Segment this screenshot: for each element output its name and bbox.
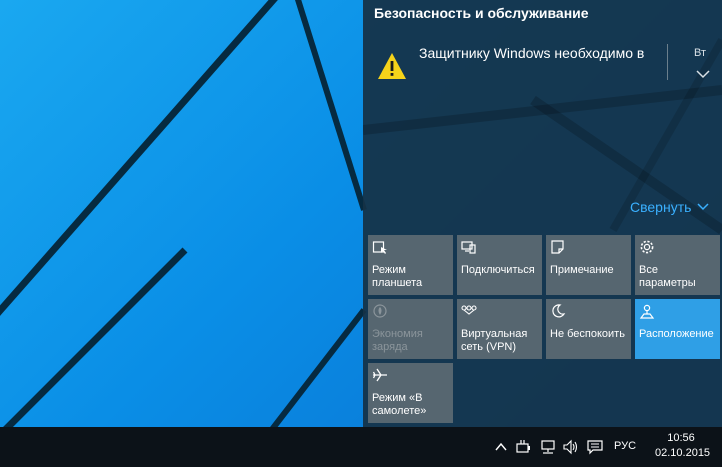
- quick-action-label: Все параметры: [639, 264, 696, 289]
- notification-group-title: Безопасность и обслуживание: [374, 5, 589, 21]
- warning-icon: [378, 53, 406, 79]
- quick-action-label: Не беспокоить: [550, 328, 625, 340]
- vpn-icon: [461, 305, 477, 315]
- connect-icon: [461, 241, 476, 254]
- location-icon: [639, 304, 655, 319]
- notification-time: Вт: [694, 47, 707, 59]
- language-indicator[interactable]: РУС: [614, 440, 636, 452]
- quick-action-do-not-disturb[interactable]: Не беспокоить: [546, 299, 631, 359]
- action-center-icon[interactable]: [587, 439, 603, 455]
- notification-card[interactable]: Защитнику Windows необходимо в Вт: [363, 34, 722, 94]
- action-center-panel: Безопасность и обслуживание Защитнику Wi…: [363, 0, 722, 427]
- quick-action-vpn[interactable]: Виртуальная сеть (VPN): [457, 299, 542, 359]
- network-icon[interactable]: [540, 439, 556, 455]
- quick-action-label: Подключиться: [461, 264, 535, 276]
- quick-action-airplane-mode[interactable]: Режим «В самолете»: [368, 363, 453, 423]
- quick-action-tablet-mode[interactable]: Режим планшета: [368, 235, 453, 295]
- chevron-down-icon[interactable]: [696, 69, 710, 79]
- notification-text: Защитнику Windows необходимо в: [419, 45, 645, 61]
- volume-icon[interactable]: [563, 439, 579, 455]
- note-icon: [551, 240, 564, 254]
- clock[interactable]: 10:56 02.10.2015: [655, 431, 711, 461]
- quick-action-all-settings[interactable]: Все параметры: [635, 235, 720, 295]
- quick-action-label: Экономия заряда: [372, 328, 423, 353]
- quick-action-label: Виртуальная сеть (VPN): [461, 328, 528, 353]
- quick-action-connect[interactable]: Подключиться: [457, 235, 542, 295]
- collapse-label: Свернуть: [630, 199, 692, 215]
- chevron-down-icon: [697, 203, 709, 211]
- quick-action-label: Режим «В самолете»: [372, 392, 427, 417]
- battery-saver-icon: [373, 304, 387, 318]
- clock-date: 02.10.2015: [655, 447, 711, 459]
- tablet-mode-icon: [372, 241, 387, 254]
- quick-action-battery-saver[interactable]: Экономия заряда: [368, 299, 453, 359]
- collapse-button[interactable]: Свернуть: [630, 199, 709, 215]
- quick-action-label: Расположение: [639, 328, 714, 340]
- quick-action-label: Режим планшета: [372, 264, 423, 289]
- clock-time: 10:56: [667, 432, 695, 444]
- airplane-icon: [372, 368, 387, 382]
- gear-icon: [640, 240, 654, 254]
- quick-actions-grid: Режим планшета Подключиться Примечание В…: [368, 235, 722, 423]
- taskbar: РУС 10:56 02.10.2015: [0, 427, 722, 467]
- chevron-up-icon[interactable]: [493, 439, 509, 455]
- power-icon[interactable]: [516, 439, 532, 455]
- quick-action-location[interactable]: Расположение: [635, 299, 720, 359]
- notification-divider: [667, 44, 668, 80]
- moon-icon: [552, 304, 566, 318]
- quick-action-note[interactable]: Примечание: [546, 235, 631, 295]
- quick-action-label: Примечание: [550, 264, 614, 276]
